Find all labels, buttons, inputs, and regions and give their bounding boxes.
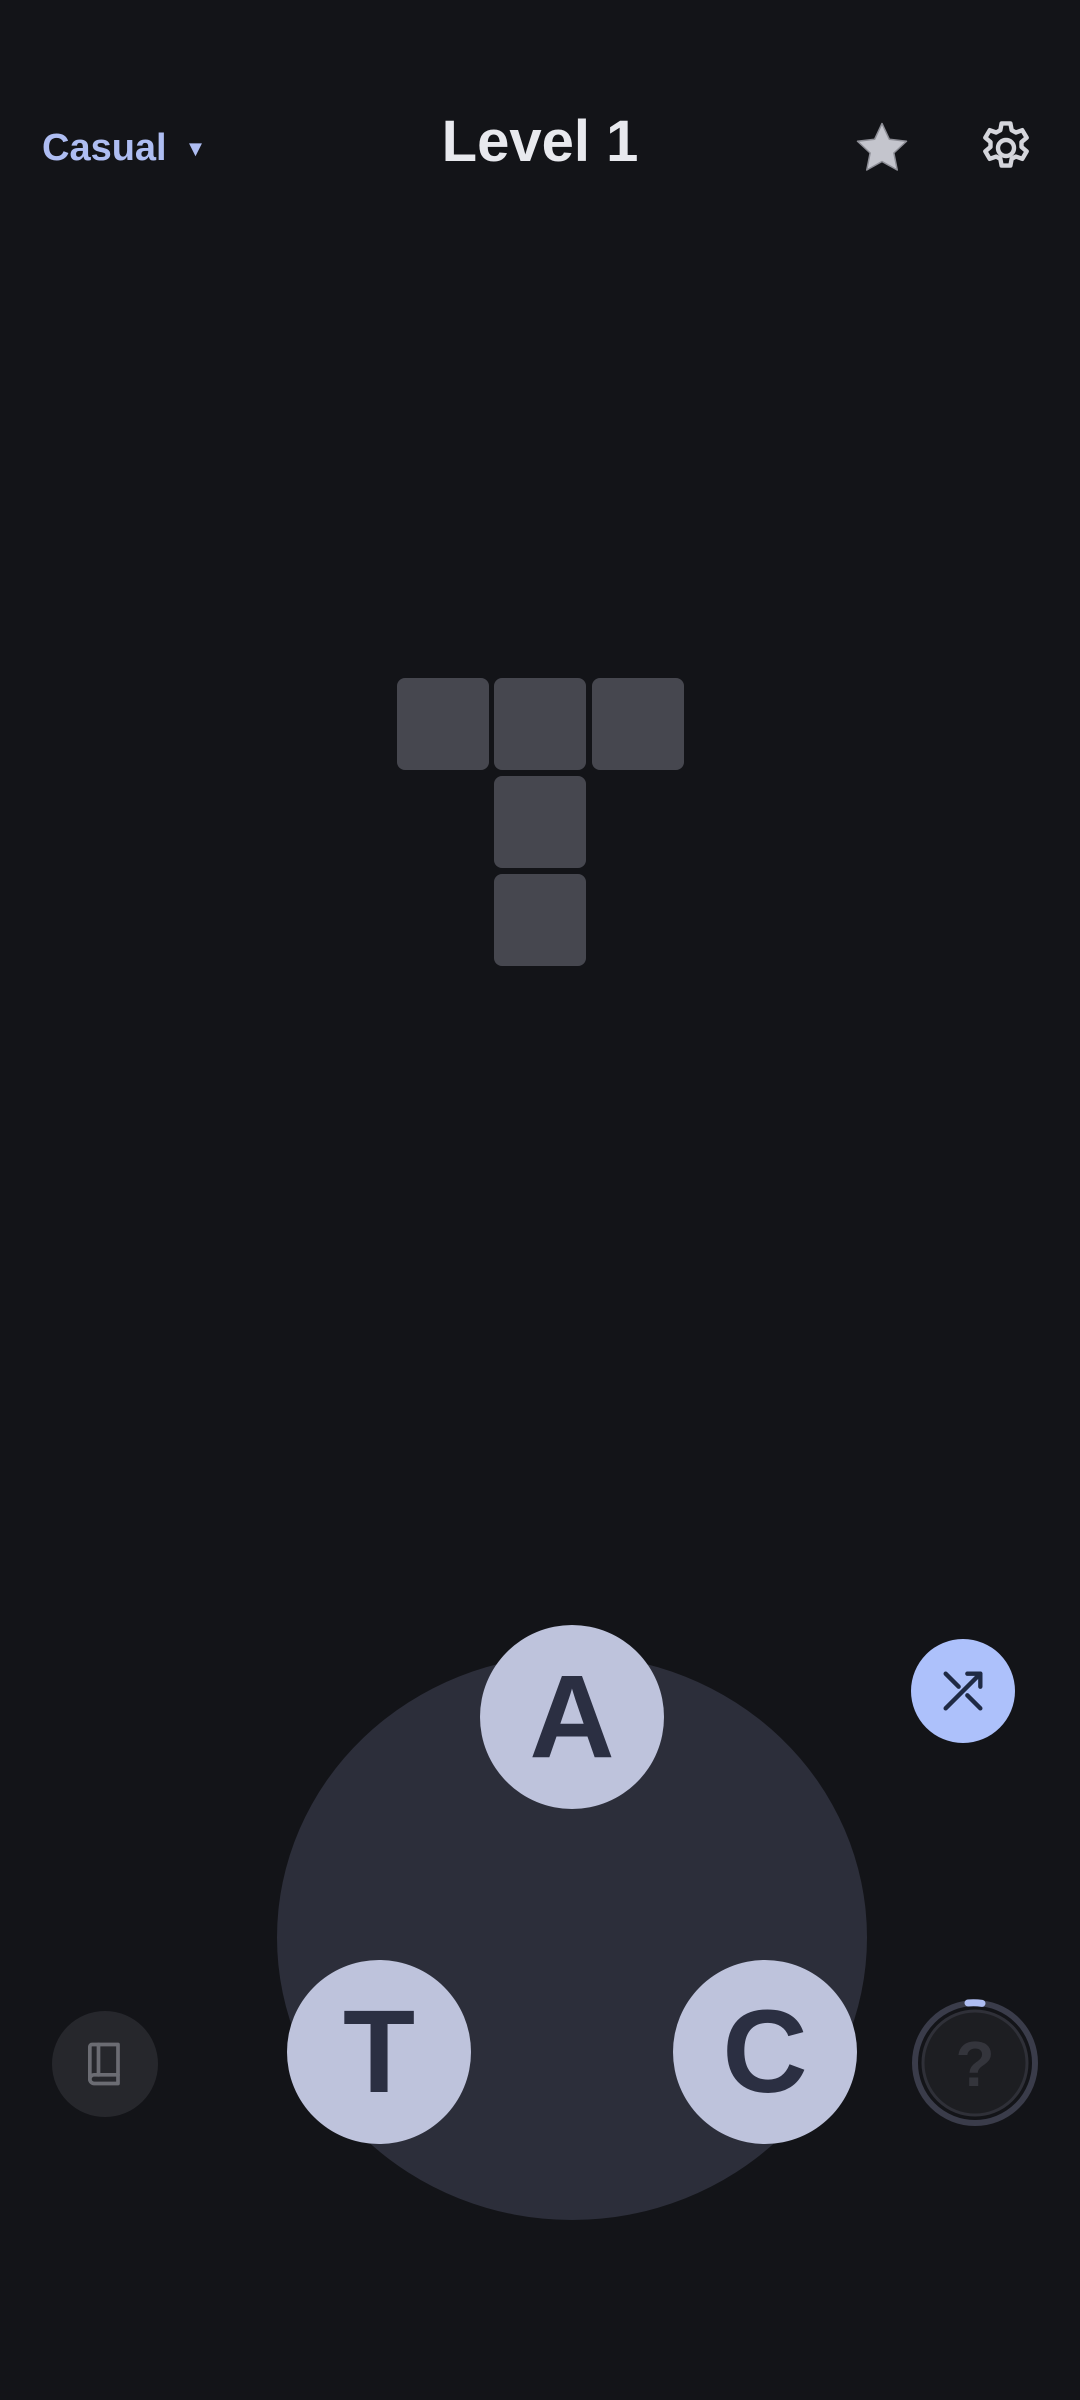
grid-cell — [397, 678, 489, 770]
grid-cell — [494, 874, 586, 966]
hint-button[interactable]: ? — [910, 1998, 1040, 2128]
hint-glyph: ? — [955, 2028, 994, 2100]
favorite-button[interactable] — [846, 112, 918, 184]
letter-tile-c[interactable]: C — [673, 1960, 857, 2144]
grid-cell — [494, 776, 586, 868]
settings-button[interactable] — [970, 112, 1042, 184]
star-icon — [856, 122, 908, 171]
shuffle-button[interactable] — [911, 1639, 1015, 1743]
grid-cell — [494, 678, 586, 770]
gear-icon — [983, 121, 1029, 168]
book-icon — [87, 2042, 120, 2086]
letter-tile-a[interactable]: A — [480, 1625, 664, 1809]
shuffle-icon — [943, 1671, 983, 1711]
question-mark-icon: ? — [912, 1999, 1038, 2126]
letter-tile-t[interactable]: T — [287, 1960, 471, 2144]
dictionary-button[interactable] — [52, 2011, 158, 2117]
grid-cell — [592, 678, 684, 770]
level-title: Level 1 — [441, 109, 639, 174]
